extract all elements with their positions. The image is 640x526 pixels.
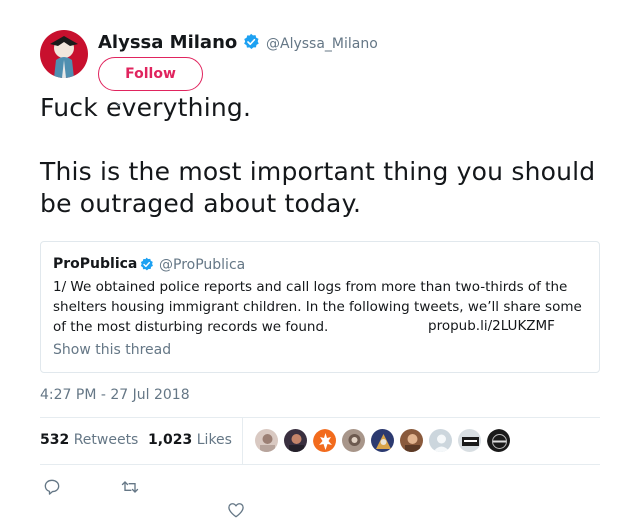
verified-badge-icon	[244, 33, 259, 49]
author-handle[interactable]: @Alyssa_Milano	[266, 36, 378, 52]
rebel-alliance-icon[interactable]	[312, 428, 337, 453]
liker-avatar-1[interactable]	[254, 428, 279, 453]
author-avatar[interactable]	[40, 30, 88, 78]
liker-avatar-9[interactable]	[486, 428, 511, 453]
retweet-button[interactable]	[120, 477, 140, 497]
stats-top-divider	[40, 417, 600, 418]
quoted-tweet[interactable]: ProPublica @ProPublica 1/ We obtained po…	[40, 241, 600, 373]
retweets-stat[interactable]: 532 Retweets	[40, 432, 138, 448]
stats-separator	[242, 418, 243, 464]
quoted-tweet-link[interactable]: propub.li/2LUKZMF	[428, 318, 555, 334]
follow-button[interactable]: Follow	[98, 57, 203, 91]
author-name[interactable]: Alyssa Milano	[98, 32, 237, 53]
likes-count: 1,023	[148, 432, 193, 448]
reply-icon	[44, 479, 60, 495]
quoted-author-handle: @ProPublica	[159, 257, 246, 273]
chevron-down-icon: ⌄	[114, 96, 124, 109]
liker-avatar-8[interactable]	[457, 428, 482, 453]
likes-label: Likes	[196, 432, 232, 448]
retweets-count: 532	[40, 432, 70, 448]
reply-button[interactable]	[42, 477, 62, 497]
like-button[interactable]	[226, 500, 246, 520]
tweet-text: Fuck everything. This is the most import…	[40, 92, 600, 220]
liker-avatar-6[interactable]	[399, 428, 424, 453]
show-thread-link[interactable]: Show this thread	[53, 342, 171, 358]
tweet-text-line-1: Fuck everything.	[40, 93, 252, 122]
liker-avatar-5[interactable]	[370, 428, 395, 453]
quoted-verified-badge-icon	[140, 257, 153, 271]
tweet-header: Alyssa Milano @Alyssa_Milano Follow	[40, 30, 600, 91]
quoted-author-name: ProPublica	[53, 256, 138, 272]
likes-stat[interactable]: 1,023 Likes	[148, 432, 232, 448]
retweet-icon	[121, 481, 139, 493]
tweet-text-line-2: This is the most important thing you sho…	[40, 157, 596, 218]
retweets-label: Retweets	[73, 432, 139, 448]
tweet-timestamp[interactable]: 4:27 PM - 27 Jul 2018	[40, 387, 190, 403]
liker-avatar-2[interactable]	[283, 428, 308, 453]
stats-bottom-divider	[40, 464, 600, 465]
default-avatar-icon[interactable]	[428, 428, 453, 453]
heart-icon	[228, 503, 244, 518]
liker-avatar-4[interactable]	[341, 428, 366, 453]
